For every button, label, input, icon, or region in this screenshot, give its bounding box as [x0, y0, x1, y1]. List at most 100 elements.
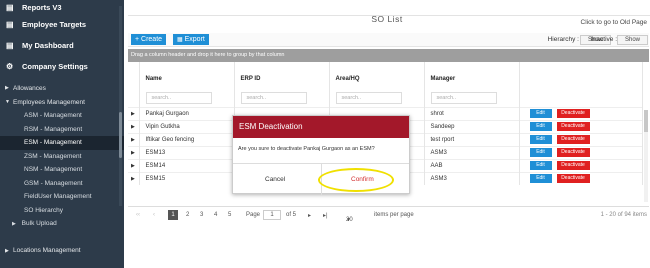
cell-actions: Edit Deactivate	[519, 158, 643, 172]
hierarchy-label: Hierarchy :	[547, 36, 579, 43]
chart-icon: ▤	[6, 20, 14, 29]
sidebar-group-locations-management[interactable]: ▶ Locations Management	[0, 244, 124, 258]
edit-button[interactable]: Edit	[529, 148, 552, 157]
row-expand-icon[interactable]: ▶	[128, 145, 140, 159]
next-page-icon[interactable]: ▸	[308, 212, 311, 219]
column-header-erp-id[interactable]: ERP ID	[234, 62, 330, 90]
cell-actions: Edit Deactivate	[519, 132, 643, 146]
sidebar-item-label: Company Settings	[22, 62, 88, 71]
old-page-link[interactable]: Click to go to Old Page	[581, 19, 647, 26]
sidebar-item-reports-v3[interactable]: ▤ Reports V3	[0, 0, 124, 14]
sidebar-group-label: Employees Management	[13, 98, 85, 106]
deactivate-button[interactable]: Deactivate	[556, 161, 590, 170]
export-label: Export	[184, 36, 205, 43]
sidebar-item-company-settings[interactable]: ⚙ Company Settings	[0, 56, 124, 77]
highlight-ellipse	[318, 168, 394, 192]
chevron-down-icon: ▼	[5, 99, 10, 105]
deactivate-button[interactable]: Deactivate	[556, 122, 590, 131]
page-number-input[interactable]: 1	[263, 210, 281, 220]
sidebar-item-gsm-management[interactable]: GSM - Management	[0, 177, 124, 191]
first-page-icon[interactable]: ‹‹	[136, 212, 140, 218]
cell-actions: Edit Deactivate	[519, 145, 643, 159]
edit-button[interactable]: Edit	[529, 161, 552, 170]
export-button[interactable]: ▦ Export	[173, 34, 209, 45]
name-filter-input[interactable]: search..	[145, 92, 212, 105]
cell-manager: ASM3	[424, 171, 520, 185]
sidebar-item-asm-management[interactable]: ASM - Management	[0, 109, 124, 123]
sidebar-group-label: Allowances	[13, 84, 46, 92]
sidebar-item-so-hierarchy[interactable]: SO Hierarchy	[0, 204, 124, 218]
cell-manager: shrot	[424, 106, 520, 120]
page-4-button[interactable]: 4	[214, 212, 217, 218]
cell-name: ESM14	[139, 158, 235, 172]
sidebar-scrollbar-thumb[interactable]	[119, 112, 122, 158]
column-header-name[interactable]: Name	[139, 62, 235, 90]
sidebar-group-employees-management[interactable]: ▼ Employees Management	[0, 95, 124, 109]
cell-manager: Sandeep	[424, 119, 520, 133]
cell-manager: test rport	[424, 132, 520, 146]
erp-filter-input[interactable]: search..	[240, 92, 307, 105]
page-5-button[interactable]: 5	[228, 212, 231, 218]
row-expand-icon[interactable]: ▶	[128, 132, 140, 146]
edit-button[interactable]: Edit	[529, 174, 552, 184]
pager-summary: 1 - 20 of 94 items	[600, 212, 647, 218]
grid-header-row: Name ERP ID Area/HQ Manager	[128, 62, 643, 90]
inactive-show-button[interactable]: Show	[616, 35, 648, 45]
deactivate-button[interactable]: Deactivate	[556, 148, 590, 157]
deactivate-button[interactable]: Deactivate	[556, 109, 590, 118]
edit-button[interactable]: Edit	[529, 109, 552, 118]
grid-scrollbar[interactable]	[644, 110, 648, 202]
grid-scrollbar-thumb[interactable]	[644, 110, 648, 132]
page-3-button[interactable]: 3	[200, 212, 203, 218]
create-button[interactable]: + Create	[131, 34, 167, 45]
deactivate-button[interactable]: Deactivate	[556, 135, 590, 144]
cell-name: Pankaj Gurgaon	[139, 106, 235, 120]
chart-icon: ▤	[6, 41, 14, 50]
page-1-button[interactable]: 1	[168, 210, 178, 220]
sidebar-item-bulk-upload[interactable]: ▶ Bulk Upload	[0, 217, 124, 231]
column-header-area-hq[interactable]: Area/HQ	[329, 62, 425, 90]
cell-actions: Edit Deactivate	[519, 106, 643, 120]
row-expand-icon[interactable]: ▶	[128, 158, 140, 172]
row-expand-icon[interactable]: ▶	[128, 171, 140, 185]
pager: ‹‹ ‹ 1 2 3 4 5 Page 1 of 5 ▸ ▸| 20 ▼ ite…	[128, 206, 649, 226]
chevron-right-icon: ▶	[12, 221, 16, 227]
page-2-button[interactable]: 2	[186, 212, 189, 218]
sidebar-scrollbar-track[interactable]	[119, 6, 122, 206]
page-label: Page	[246, 212, 261, 218]
area-filter-input[interactable]: search..	[335, 92, 402, 105]
sidebar-item-label: Bulk Upload	[21, 220, 57, 227]
group-drop-zone[interactable]: Drag a column header and drop it here to…	[128, 49, 649, 62]
chevron-down-icon: ▼	[346, 217, 351, 223]
manager-filter-input[interactable]: search..	[430, 92, 497, 105]
cell-name: Vipin Gutkha	[139, 119, 235, 133]
sidebar-item-zsm-management[interactable]: ZSM - Management	[0, 150, 124, 164]
cancel-button[interactable]: Cancel	[265, 176, 285, 183]
row-expand-icon[interactable]: ▶	[128, 119, 140, 133]
gears-icon: ⚙	[6, 62, 14, 71]
sidebar-item-esm-management[interactable]: ESM - Management	[0, 136, 124, 150]
prev-page-icon[interactable]: ‹	[153, 212, 155, 218]
sidebar-item-fielduser-management[interactable]: FieldUser Management	[0, 190, 124, 204]
sidebar-item-my-dashboard[interactable]: ▤ My Dashboard	[0, 35, 124, 56]
edit-button[interactable]: Edit	[529, 135, 552, 144]
cell-name: ESM13	[139, 145, 235, 159]
modal-title: ESM Deactivation	[233, 116, 409, 138]
cell-actions: Edit Deactivate	[519, 119, 643, 133]
column-header-actions	[519, 62, 643, 90]
last-page-icon[interactable]: ▸|	[323, 212, 328, 219]
sidebar-item-rsm-management[interactable]: RSM - Management	[0, 123, 124, 137]
sidebar-item-nsm-management[interactable]: NSM - Management	[0, 163, 124, 177]
sidebar-item-employee-targets[interactable]: ▤ Employee Targets	[0, 14, 124, 35]
row-expand-icon[interactable]: ▶	[128, 106, 140, 120]
cell-manager: AAB	[424, 158, 520, 172]
deactivate-button[interactable]: Deactivate	[556, 174, 590, 184]
sidebar-item-label: My Dashboard	[22, 41, 74, 50]
page-title: SO List	[371, 14, 403, 24]
edit-button[interactable]: Edit	[529, 122, 552, 131]
column-header-manager[interactable]: Manager	[424, 62, 520, 90]
excel-icon: ▦	[177, 37, 183, 43]
sidebar-group-allowances[interactable]: ▶ Allowances	[0, 81, 124, 95]
toolbar: + Create ▦ Export Hierarchy : Show Inact…	[128, 33, 649, 47]
cell-name: ESM15	[139, 171, 235, 185]
